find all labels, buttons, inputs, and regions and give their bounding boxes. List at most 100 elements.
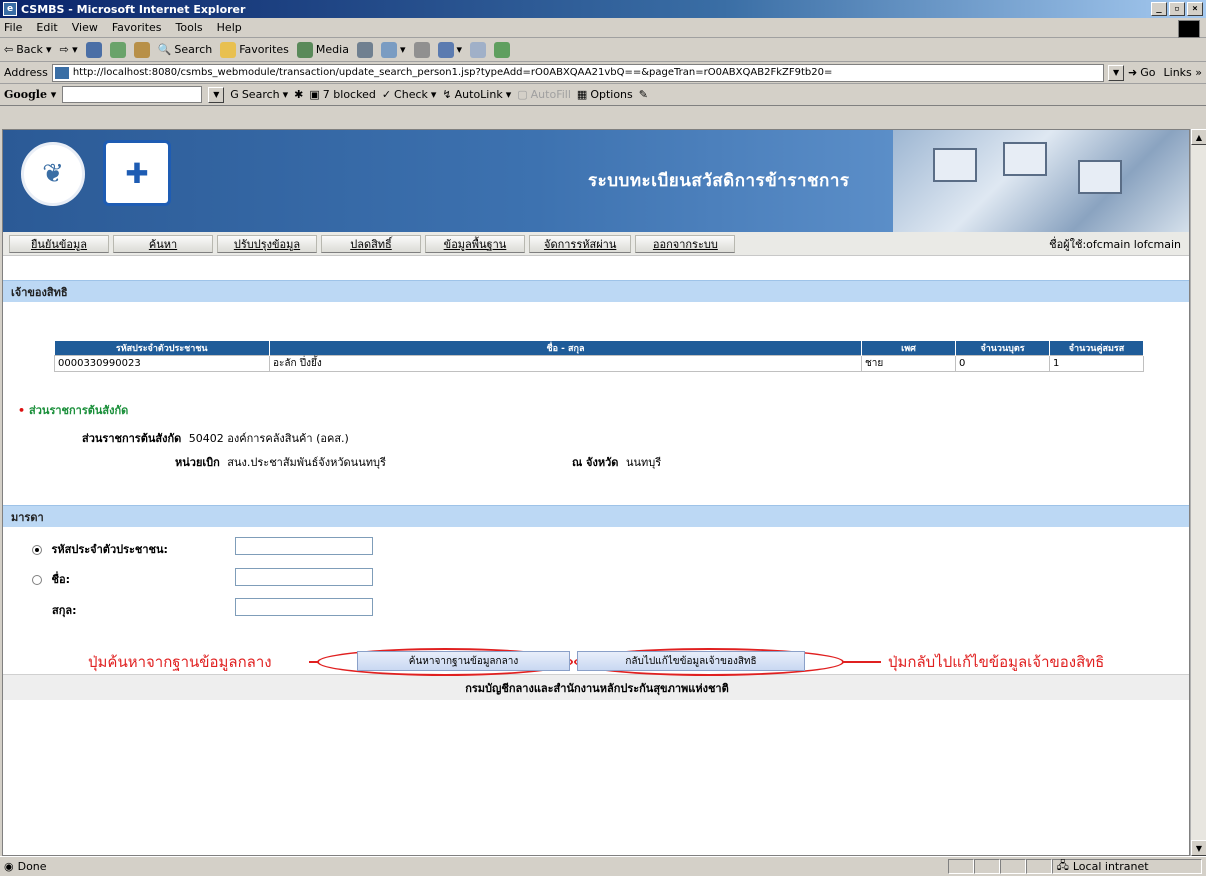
nav-manage-password[interactable]: จัดการรหัสผ่าน bbox=[529, 234, 632, 253]
autolink-button[interactable]: ↯ AutoLink ▾ bbox=[442, 88, 511, 101]
google-logo[interactable]: Google ▾ bbox=[4, 88, 56, 101]
address-bar: Address http://localhost:8080/csmbs_webm… bbox=[0, 62, 1206, 84]
history-button[interactable] bbox=[356, 41, 373, 58]
province-label: ณ จังหวัด bbox=[572, 456, 619, 469]
nav-logout[interactable]: ออกจากระบบ bbox=[635, 234, 736, 253]
site-banner: ❦ ✚ ระบบทะเบียนสวัสดิการข้าราชการ bbox=[3, 130, 1189, 232]
status-bar: ◉ Done 🖧 Local intranet bbox=[0, 856, 1206, 875]
monitor-image bbox=[1003, 142, 1047, 176]
favorites-button[interactable]: Favorites bbox=[220, 41, 289, 58]
messenger-button[interactable] bbox=[494, 41, 511, 58]
back-label: Back bbox=[16, 43, 43, 56]
links-button[interactable]: Links » bbox=[1160, 66, 1206, 79]
home-button[interactable] bbox=[133, 41, 150, 58]
nav-update-data[interactable]: ปรับปรุงข้อมูล bbox=[217, 234, 317, 253]
autofill-icon: ▢ bbox=[517, 88, 528, 101]
mother-surname-label: สกุล: bbox=[52, 604, 77, 617]
nav-confirm-data[interactable]: ยืนยันข้อมูล bbox=[9, 234, 109, 253]
refresh-button[interactable] bbox=[109, 41, 126, 58]
options-button[interactable]: ▦ Options bbox=[577, 88, 633, 101]
discuss-icon bbox=[470, 41, 487, 58]
menu-view[interactable]: View bbox=[72, 21, 98, 34]
refresh-icon bbox=[109, 41, 126, 58]
vertical-scrollbar[interactable]: ▲ ▼ bbox=[1190, 129, 1206, 856]
google-search-label: Search bbox=[241, 88, 280, 101]
print-button[interactable] bbox=[413, 41, 430, 58]
mother-name-input[interactable] bbox=[235, 568, 373, 586]
spellcheck-button[interactable]: ✓ Check ▾ bbox=[382, 88, 437, 101]
scroll-down-button[interactable]: ▼ bbox=[1191, 840, 1206, 856]
google-dropdown-button[interactable]: ▼ bbox=[208, 86, 225, 103]
title-bar: e CSMBS - Microsoft Internet Explorer _ … bbox=[0, 0, 1206, 18]
spellcheck-label: Check bbox=[394, 88, 428, 101]
mother-surname-input[interactable] bbox=[235, 598, 373, 616]
menu-favorites[interactable]: Favorites bbox=[112, 21, 162, 34]
agency-heading: • ส่วนราชการต้นสังกัด bbox=[18, 401, 128, 419]
history-icon bbox=[356, 41, 373, 58]
edit-button[interactable]: ▾ bbox=[437, 41, 462, 58]
menu-help[interactable]: Help bbox=[217, 21, 242, 34]
google-toolbar: Google ▾ ▼ G Search ▾ ✱ ▣ 7 blocked ✓ Check… bbox=[0, 84, 1206, 106]
go-arrow-icon: ➜ bbox=[1128, 66, 1138, 79]
close-button[interactable]: × bbox=[1187, 2, 1203, 16]
go-button[interactable]: ➜ Go bbox=[1128, 66, 1155, 79]
cell-children: 0 bbox=[955, 355, 1050, 372]
address-url: http://localhost:8080/csmbs_webmodule/tr… bbox=[72, 67, 833, 78]
col-spouses: จำนวนคู่สมรส bbox=[1049, 341, 1144, 356]
address-label: Address bbox=[4, 66, 48, 79]
mother-name-radio[interactable] bbox=[32, 575, 42, 585]
window-title: CSMBS - Microsoft Internet Explorer bbox=[21, 2, 246, 16]
menu-tools[interactable]: Tools bbox=[176, 21, 203, 34]
back-edit-owner-button[interactable]: กลับไปแก้ไขข้อมูลเจ้าของสิทธิ bbox=[577, 651, 805, 671]
autofill-button[interactable]: ▢ AutoFill bbox=[517, 88, 571, 101]
monitor-image bbox=[1078, 160, 1122, 194]
chevron-down-icon: ▾ bbox=[45, 43, 52, 56]
mother-id-radio[interactable] bbox=[32, 545, 42, 555]
search-icon: 🔍 bbox=[157, 43, 172, 56]
mother-id-input[interactable] bbox=[235, 537, 373, 555]
monitor-image bbox=[933, 148, 977, 182]
windows-logo-icon bbox=[1178, 20, 1200, 38]
nav-search[interactable]: ค้นหา bbox=[113, 234, 213, 253]
pagerank-button[interactable]: ✱ bbox=[294, 88, 303, 101]
col-children: จำนวนบุตร bbox=[955, 341, 1050, 356]
cell-spouses: 1 bbox=[1049, 355, 1144, 372]
table-row[interactable]: 0000330990023 อะลัก ปึ่งยึ้ง ชาย 0 1 bbox=[54, 355, 1144, 372]
stop-icon bbox=[85, 41, 102, 58]
highlight-button[interactable]: ✎ bbox=[639, 88, 648, 101]
page-icon bbox=[54, 66, 69, 79]
current-user: ชื่อผู้ใช้:ofcmain lofcmain bbox=[1049, 237, 1181, 251]
nav-bar: ยืนยันข้อมูล ค้นหา ปรับปรุงข้อมูล ปลดสิท… bbox=[3, 232, 1189, 256]
nav-revoke-rights[interactable]: ปลดสิทธิ์ bbox=[321, 234, 421, 253]
health-cross-logo: ✚ bbox=[103, 140, 171, 206]
scroll-up-button[interactable]: ▲ bbox=[1191, 129, 1206, 145]
forward-button[interactable]: ⇨ ▾ bbox=[59, 43, 77, 56]
nav-basic-data[interactable]: ข้อมูลพื้นฐาน bbox=[425, 234, 525, 253]
address-input[interactable]: http://localhost:8080/csmbs_webmodule/tr… bbox=[51, 63, 1105, 82]
callout-line-right bbox=[843, 661, 881, 663]
minimize-button[interactable]: _ bbox=[1151, 2, 1167, 16]
status-cell bbox=[947, 858, 974, 874]
discuss-button[interactable] bbox=[470, 41, 487, 58]
home-icon bbox=[133, 41, 150, 58]
stop-button[interactable] bbox=[85, 41, 102, 58]
back-button[interactable]: ⇦ Back ▾ bbox=[4, 43, 51, 56]
search-central-button[interactable]: ค้นหาจากฐานข้อมูลกลาง bbox=[357, 651, 570, 671]
address-dropdown-button[interactable]: ▼ bbox=[1108, 64, 1125, 81]
mail-button[interactable]: ▾ bbox=[380, 41, 406, 58]
menu-edit[interactable]: Edit bbox=[36, 21, 57, 34]
menu-file[interactable]: File bbox=[4, 21, 22, 34]
media-button[interactable]: Media bbox=[296, 41, 349, 58]
search-button[interactable]: 🔍 Search bbox=[158, 43, 213, 56]
google-search-input[interactable] bbox=[62, 86, 203, 103]
unit-value: สนง.ประชาสัมพันธ์จังหวัดนนทบุรี bbox=[227, 456, 386, 469]
popup-blocked-button[interactable]: ▣ 7 blocked bbox=[309, 88, 375, 101]
comptroller-seal-logo: ❦ bbox=[21, 142, 85, 206]
callout-back-edit: ปุ่มกลับไปแก้ไขข้อมูลเจ้าของสิทธิ bbox=[888, 653, 1105, 671]
google-search-button[interactable]: G Search ▾ bbox=[230, 88, 288, 101]
autolink-label: AutoLink bbox=[454, 88, 503, 101]
popup-blocker-icon: ▣ bbox=[309, 88, 320, 101]
cell-name: อะลัก ปึ่งยึ้ง bbox=[269, 355, 862, 372]
maximize-button[interactable]: ▫ bbox=[1169, 2, 1185, 16]
highlighter-icon: ✎ bbox=[638, 88, 648, 101]
